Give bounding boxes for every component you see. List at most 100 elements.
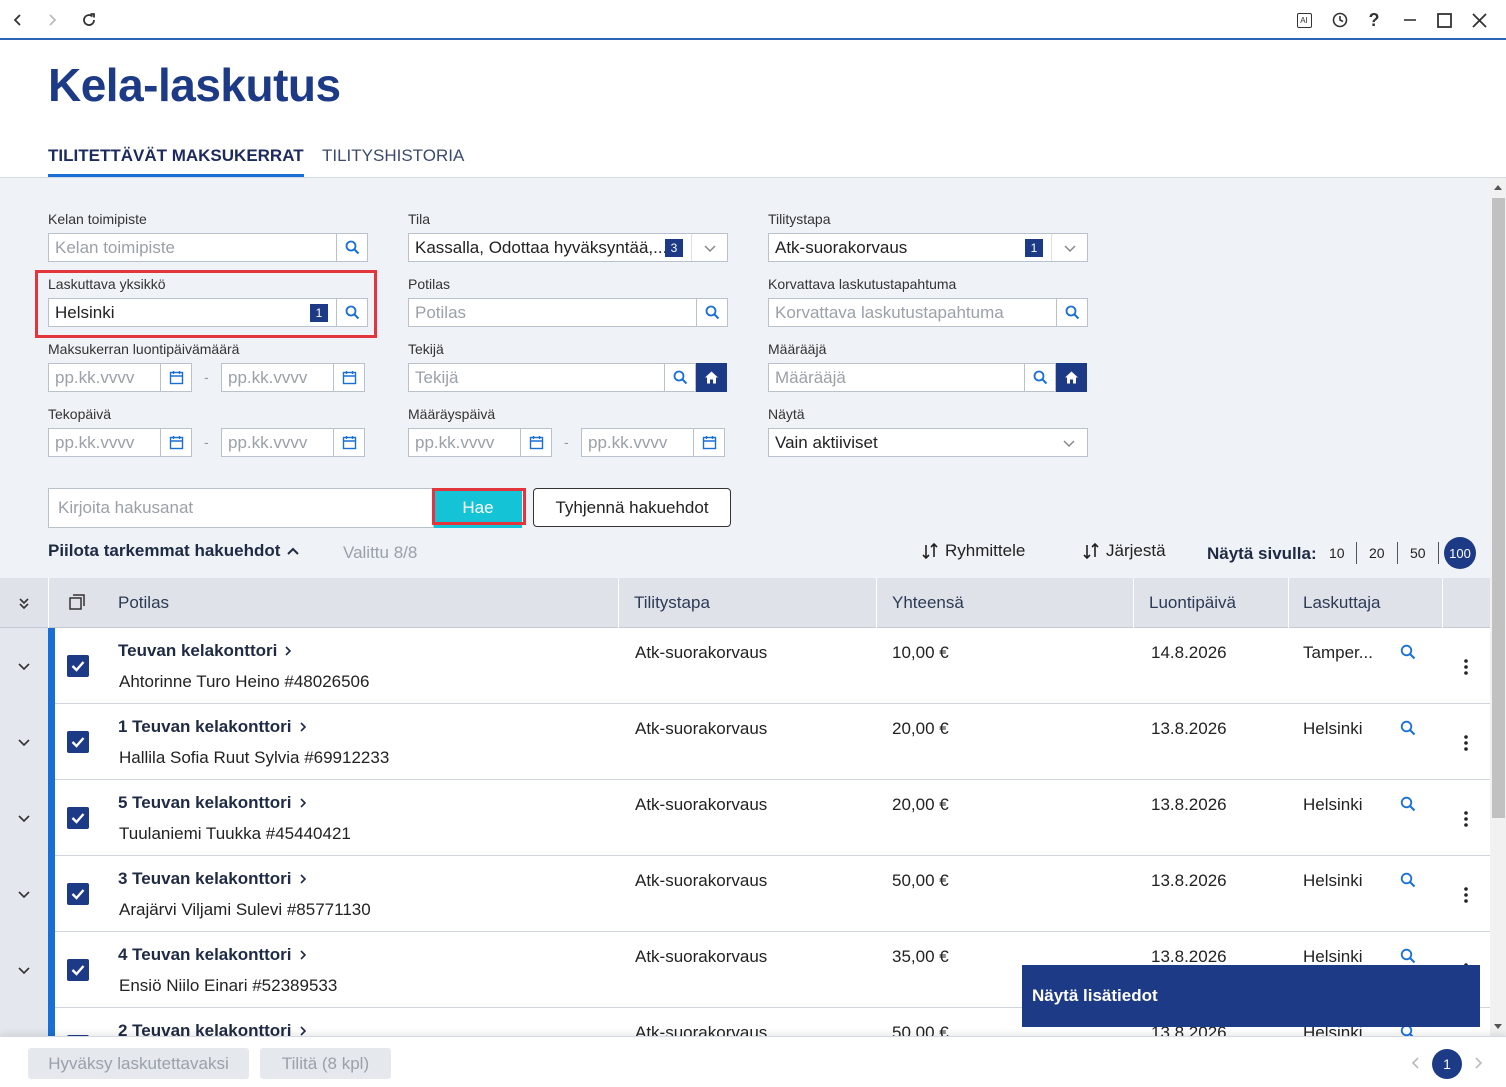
- clear-filters-button[interactable]: Tyhjennä hakuehdot: [533, 488, 731, 527]
- calendar-icon[interactable]: [333, 364, 364, 391]
- table-row[interactable]: [0, 628, 1490, 704]
- chevron-left-icon[interactable]: [6, 8, 30, 32]
- luontipaiva-to-field[interactable]: pp.kk.vvvv: [221, 363, 365, 392]
- maaraaja-input[interactable]: Määrääjä: [769, 368, 1024, 388]
- prev-page-icon[interactable]: [1410, 1056, 1422, 1070]
- search-icon[interactable]: [696, 299, 727, 326]
- tekija-field[interactable]: Tekijä: [408, 363, 696, 392]
- col-luontipaiva[interactable]: Luontipäivä: [1149, 578, 1236, 628]
- minimize-icon[interactable]: [1398, 8, 1422, 32]
- home-icon[interactable]: [1056, 363, 1087, 392]
- group-button[interactable]: Ryhmittele: [921, 541, 1025, 561]
- maximize-icon[interactable]: [1432, 8, 1456, 32]
- ai-icon[interactable]: AI: [1292, 8, 1316, 32]
- col-laskuttaja[interactable]: Laskuttaja: [1303, 578, 1381, 628]
- settle-button[interactable]: Tilitä (8 kpl): [260, 1048, 391, 1079]
- chevron-down-icon[interactable]: [1051, 429, 1087, 456]
- luontipaiva-to-input[interactable]: pp.kk.vvvv: [222, 368, 333, 388]
- row-checkbox[interactable]: [67, 883, 89, 905]
- office-link[interactable]: 3 Teuvan kelakonttori: [118, 869, 308, 889]
- close-icon[interactable]: [1467, 8, 1491, 32]
- calendar-icon[interactable]: [333, 429, 364, 456]
- chevron-right-icon[interactable]: [40, 8, 64, 32]
- search-icon[interactable]: [1400, 948, 1416, 964]
- row-checkbox[interactable]: [67, 655, 89, 677]
- maarayspaiva-from-input[interactable]: pp.kk.vvvv: [409, 433, 520, 453]
- sort-button[interactable]: Järjestä: [1082, 541, 1166, 561]
- row-checkbox[interactable]: [67, 807, 89, 829]
- expand-row-icon[interactable]: [0, 628, 48, 704]
- luontipaiva-from-field[interactable]: pp.kk.vvvv: [48, 363, 192, 392]
- search-icon[interactable]: [1400, 644, 1416, 660]
- search-icon[interactable]: [1400, 872, 1416, 888]
- table-row[interactable]: [0, 856, 1490, 932]
- search-icon[interactable]: [1024, 364, 1055, 391]
- table-row[interactable]: [0, 780, 1490, 856]
- select-all-icon[interactable]: [67, 592, 87, 612]
- luontipaiva-from-input[interactable]: pp.kk.vvvv: [49, 368, 160, 388]
- potilas-field[interactable]: Potilas: [408, 298, 728, 327]
- expand-row-icon[interactable]: [0, 932, 48, 1008]
- home-icon[interactable]: [696, 363, 727, 392]
- expand-all-icon[interactable]: [0, 578, 48, 628]
- approve-button[interactable]: Hyväksy laskutettavaksi: [28, 1048, 249, 1079]
- tekija-input[interactable]: Tekijä: [409, 368, 664, 388]
- scroll-up-icon[interactable]: [1493, 183, 1503, 191]
- kelan-toimipiste-input[interactable]: Kelan toimipiste: [49, 238, 336, 258]
- page-button[interactable]: 1: [1432, 1049, 1462, 1079]
- tilitystapa-select[interactable]: Atk-suorakorvaus 1: [768, 233, 1088, 262]
- office-link[interactable]: Teuvan kelakonttori: [118, 641, 293, 661]
- help-icon[interactable]: ?: [1362, 8, 1386, 32]
- calendar-icon[interactable]: [693, 429, 724, 456]
- chevron-down-icon[interactable]: [691, 234, 727, 261]
- maarayspaiva-from-field[interactable]: pp.kk.vvvv: [408, 428, 552, 457]
- tekopaiva-from-field[interactable]: pp.kk.vvvv: [48, 428, 192, 457]
- search-icon[interactable]: [1056, 299, 1087, 326]
- maarayspaiva-to-input[interactable]: pp.kk.vvvv: [582, 433, 693, 453]
- korvattava-input[interactable]: Korvattava laskutustapahtuma: [769, 303, 1056, 323]
- office-link[interactable]: 4 Teuvan kelakonttori: [118, 945, 308, 965]
- table-row[interactable]: [0, 704, 1490, 780]
- per-page-10[interactable]: 10: [1329, 545, 1345, 561]
- search-input[interactable]: Kirjoita hakusanat: [48, 488, 434, 528]
- tekopaiva-to-field[interactable]: pp.kk.vvvv: [221, 428, 365, 457]
- per-page-20[interactable]: 20: [1369, 545, 1385, 561]
- tila-select[interactable]: Kassalla, Odottaa hyväksyntää,... 3: [408, 233, 728, 262]
- row-checkbox[interactable]: [67, 959, 89, 981]
- tekopaiva-from-input[interactable]: pp.kk.vvvv: [49, 433, 160, 453]
- more-options-icon[interactable]: [1462, 658, 1470, 676]
- expand-row-icon[interactable]: [0, 704, 48, 780]
- col-yhteensa[interactable]: Yhteensä: [892, 578, 964, 628]
- calendar-icon[interactable]: [160, 364, 191, 391]
- search-icon[interactable]: [1400, 720, 1416, 736]
- hide-filters-toggle[interactable]: Piilota tarkemmat hakuehdot: [48, 541, 300, 561]
- office-link[interactable]: 1 Teuvan kelakonttori: [118, 717, 308, 737]
- per-page-50[interactable]: 50: [1410, 545, 1426, 561]
- expand-row-icon[interactable]: [0, 856, 48, 932]
- history-icon[interactable]: [1328, 8, 1352, 32]
- maaraaja-field[interactable]: Määrääjä: [768, 363, 1056, 392]
- search-icon[interactable]: [336, 234, 367, 261]
- more-options-icon[interactable]: [1462, 886, 1470, 904]
- search-icon[interactable]: [664, 364, 695, 391]
- more-options-icon[interactable]: [1462, 810, 1470, 828]
- kelan-toimipiste-field[interactable]: Kelan toimipiste: [48, 233, 368, 262]
- tab-tilitettavat[interactable]: TILITETTÄVÄT MAKSUKERRAT: [48, 146, 304, 178]
- potilas-input[interactable]: Potilas: [409, 303, 696, 323]
- row-checkbox[interactable]: [67, 731, 89, 753]
- nayta-select[interactable]: Vain aktiiviset: [768, 428, 1088, 457]
- more-options-icon[interactable]: [1462, 734, 1470, 752]
- korvattava-field[interactable]: Korvattava laskutustapahtuma: [768, 298, 1088, 327]
- maarayspaiva-to-field[interactable]: pp.kk.vvvv: [581, 428, 725, 457]
- tab-tilityshistoria[interactable]: TILITYSHISTORIA: [322, 146, 464, 178]
- expand-row-icon[interactable]: [0, 780, 48, 856]
- next-page-icon[interactable]: [1472, 1056, 1484, 1070]
- scroll-down-icon[interactable]: [1493, 1023, 1503, 1031]
- scrollbar-thumb[interactable]: [1492, 198, 1505, 818]
- col-tilitystapa[interactable]: Tilitystapa: [634, 578, 710, 628]
- col-potilas[interactable]: Potilas: [118, 578, 169, 628]
- search-icon[interactable]: [1400, 796, 1416, 812]
- calendar-icon[interactable]: [520, 429, 551, 456]
- calendar-icon[interactable]: [160, 429, 191, 456]
- per-page-100[interactable]: 100: [1444, 537, 1476, 569]
